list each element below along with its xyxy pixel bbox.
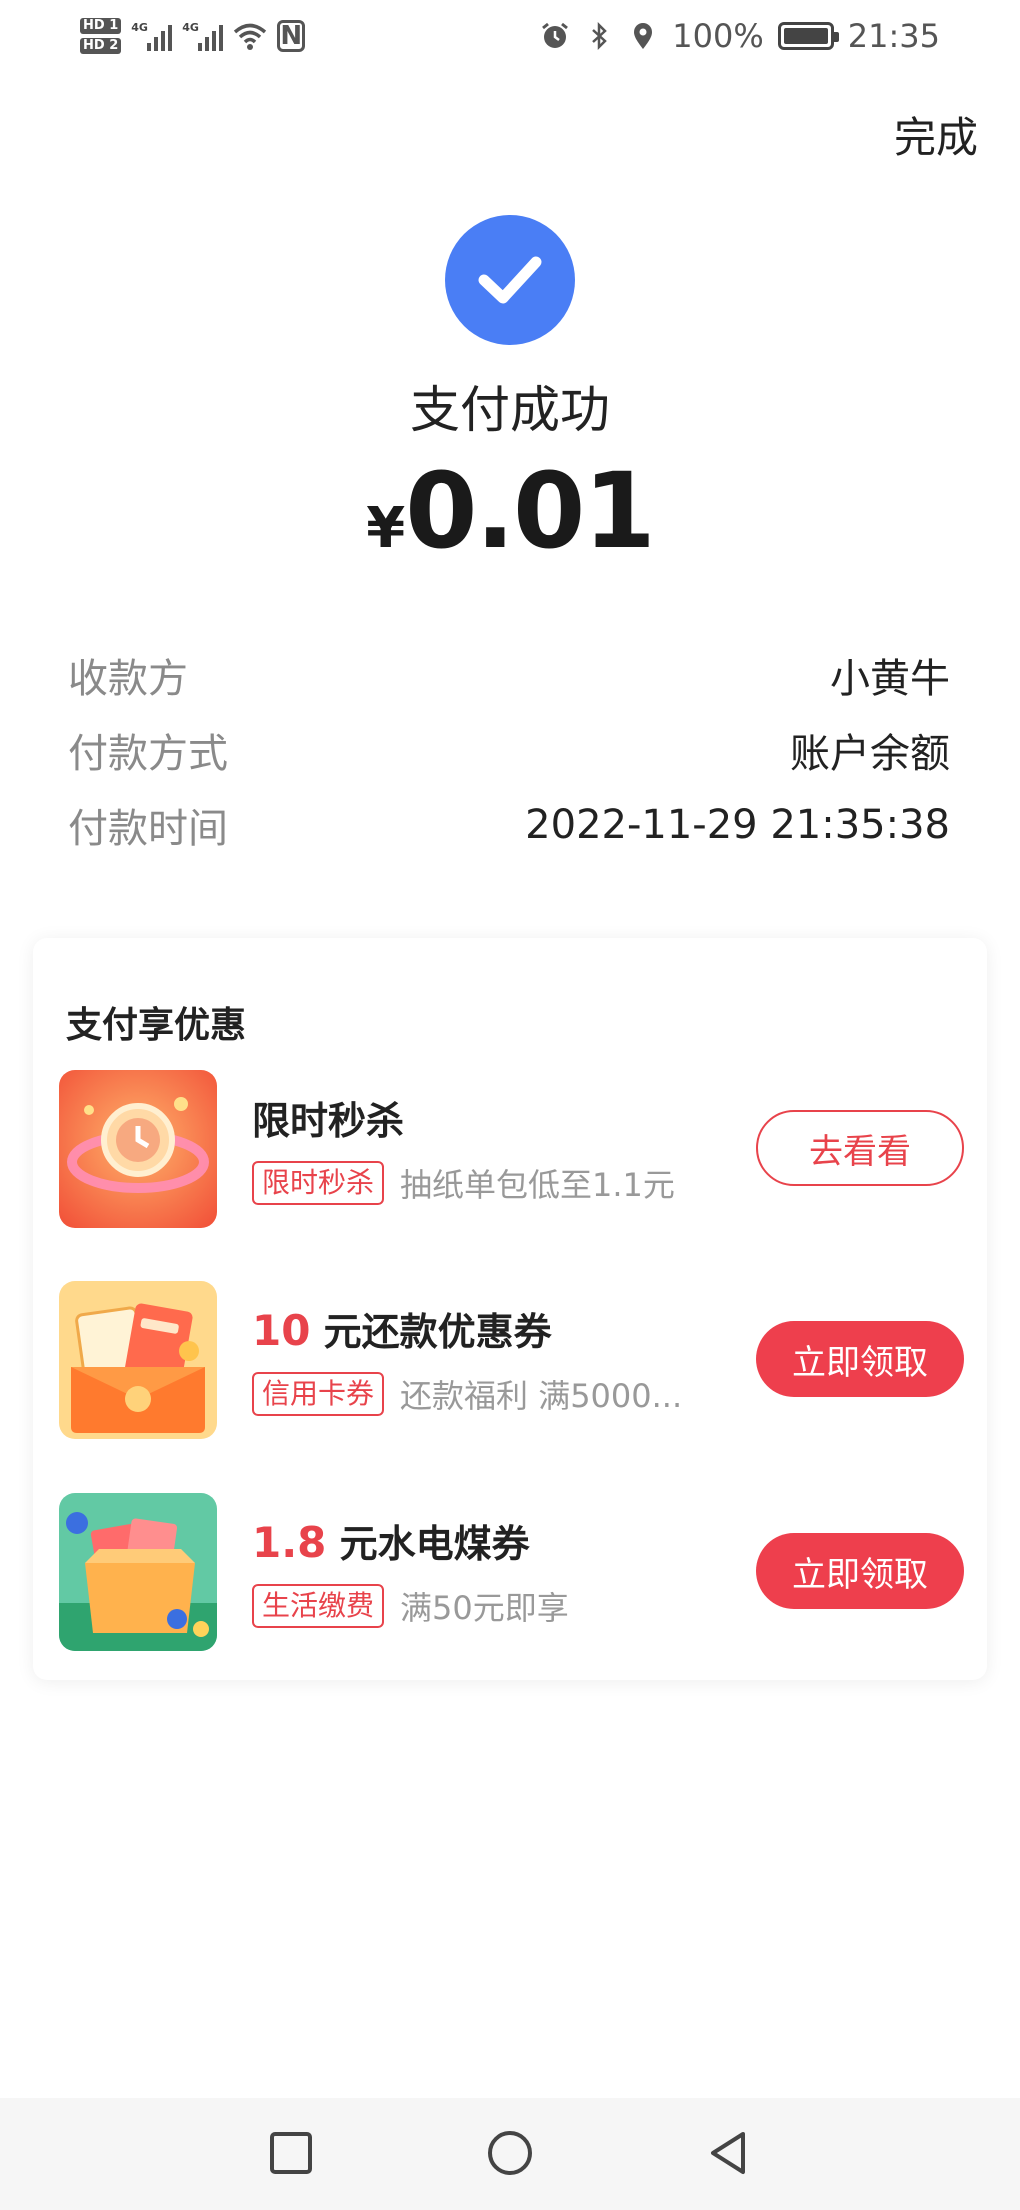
hd-indicator: HD 1 HD 2: [80, 18, 122, 54]
offer-thumbnail: [59, 1281, 217, 1439]
battery-percent: 100%: [672, 17, 764, 55]
signal-icon: 4G: [131, 21, 173, 51]
checkmark-icon: [478, 256, 542, 304]
detail-value: 2022-11-29 21:35:38: [525, 802, 950, 848]
offer-name-text: 元还款优惠券: [310, 1310, 552, 1354]
alarm-icon: [542, 22, 569, 48]
nav-recent-icon[interactable]: [266, 2128, 316, 2178]
detail-row-time: 付款时间 2022-11-29 21:35:38: [68, 795, 950, 855]
detail-label: 收款方: [68, 656, 188, 702]
claim-button[interactable]: 立即领取: [756, 1533, 964, 1609]
offer-name: 限时秒杀: [252, 1090, 404, 1145]
payment-status-title: 支付成功: [410, 381, 610, 439]
offer-tag: 信用卡券: [252, 1372, 385, 1416]
offer-item-flash-sale[interactable]: 限时秒杀 限时秒杀 抽纸单包低至1.1元 去看看: [59, 1070, 964, 1228]
claim-button[interactable]: 立即领取: [756, 1321, 964, 1397]
hd2-badge: HD 2: [80, 38, 122, 54]
amount-value: 0.01: [405, 450, 656, 572]
success-circle: [445, 215, 575, 345]
battery-icon: [777, 22, 839, 50]
detail-value: 账户余额: [790, 731, 950, 777]
nfc-icon: N: [277, 20, 306, 52]
offer-tag: 生活缴费: [252, 1584, 385, 1628]
detail-label: 付款时间: [68, 806, 228, 852]
offer-thumbnail: [59, 1493, 217, 1651]
nav-home-icon[interactable]: [485, 2128, 535, 2178]
done-button[interactable]: 完成: [894, 104, 978, 165]
offer-item-utility-coupon[interactable]: 1.8 元水电煤券 生活缴费 满50元即享 立即领取: [59, 1493, 964, 1651]
network-type-2: 4G: [182, 21, 199, 34]
offer-tagline: 生活缴费 满50元即享: [252, 1583, 569, 1629]
offer-highlight: 10: [252, 1306, 311, 1355]
promo-title: 支付享优惠: [66, 1005, 247, 1046]
offer-tag: 限时秒杀: [252, 1161, 385, 1205]
wifi-icon: [234, 23, 267, 50]
location-icon: [634, 23, 653, 49]
status-left: HD 1 HD 2 4G 4G N: [80, 12, 306, 60]
detail-row-method: 付款方式 账户余额: [68, 720, 950, 780]
offer-name-text: 元水电煤券: [326, 1522, 530, 1566]
detail-row-payee: 收款方 小黄牛: [68, 645, 950, 705]
offer-desc: 还款福利 满5000...: [400, 1377, 683, 1415]
offer-tagline: 限时秒杀 抽纸单包低至1.1元: [252, 1160, 675, 1206]
detail-label: 付款方式: [68, 731, 228, 777]
offer-item-repay-coupon[interactable]: 10 元还款优惠券 信用卡券 还款福利 满5000... 立即领取: [59, 1281, 964, 1439]
system-nav-bar: [0, 2098, 1020, 2210]
promo-card: 支付享优惠 限时秒杀 限时秒杀 抽纸单包低至1.1元 去看看 10 元还款优惠券…: [33, 938, 987, 1680]
detail-value: 小黄牛: [830, 656, 950, 702]
offer-name: 1.8 元水电煤券: [252, 1513, 530, 1568]
currency-symbol: ¥: [366, 496, 406, 561]
offer-thumbnail: [59, 1070, 217, 1228]
offer-tagline: 信用卡券 还款福利 满5000...: [252, 1371, 682, 1417]
hd1-badge: HD 1: [80, 18, 122, 34]
offer-highlight: 1.8: [252, 1518, 327, 1567]
offer-desc: 抽纸单包低至1.1元: [400, 1166, 675, 1204]
bluetooth-icon: [592, 21, 608, 51]
view-button[interactable]: 去看看: [756, 1110, 964, 1186]
status-right: 100% 21:35: [540, 12, 940, 60]
offer-desc: 满50元即享: [400, 1589, 569, 1627]
clock: 21:35: [847, 17, 940, 55]
offer-name: 10 元还款优惠券: [252, 1301, 552, 1356]
nav-back-icon[interactable]: [703, 2128, 753, 2178]
signal-icon-2: 4G: [182, 21, 224, 51]
offer-name-text: 限时秒杀: [252, 1099, 405, 1143]
payment-amount: ¥0.01: [0, 450, 1020, 572]
network-type-1: 4G: [131, 21, 148, 34]
status-bar: HD 1 HD 2 4G 4G N 100% 21:35: [0, 0, 1020, 80]
